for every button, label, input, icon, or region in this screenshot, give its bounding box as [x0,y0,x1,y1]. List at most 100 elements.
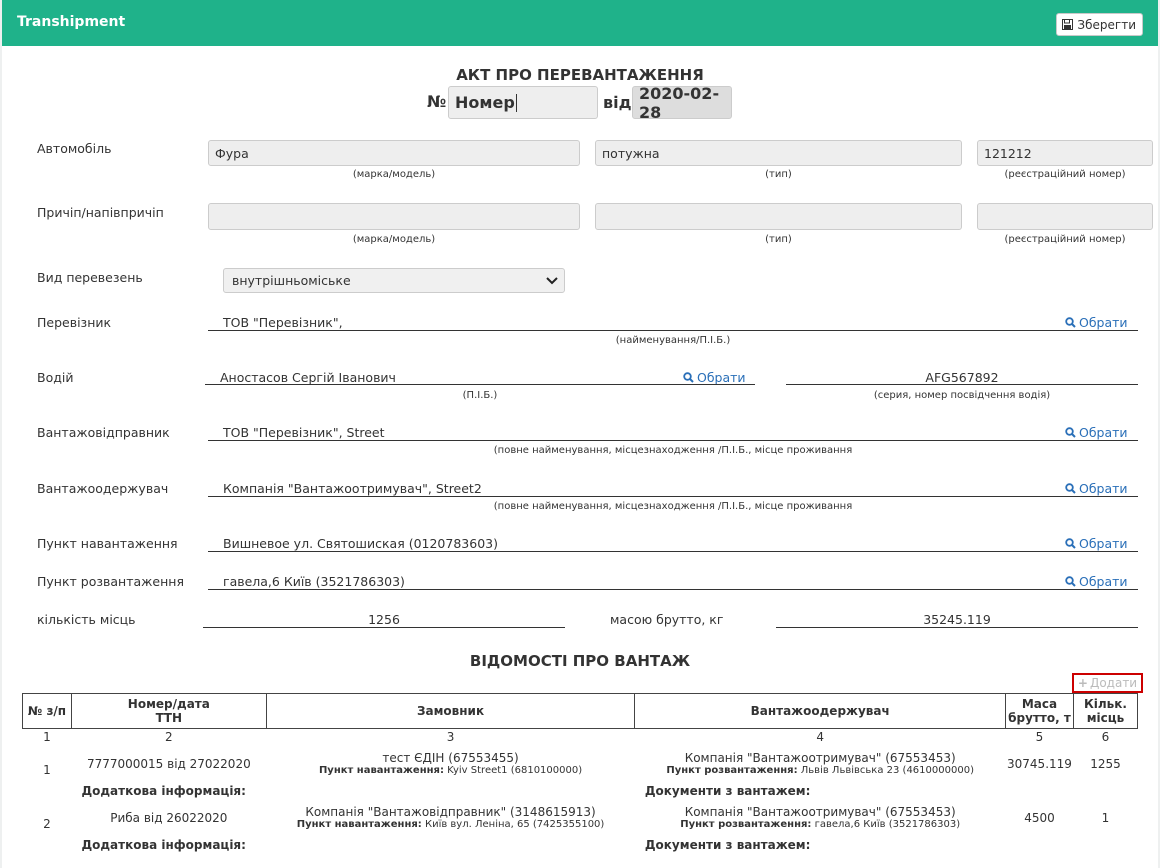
trailer-reg-hint: (реєстраційний номер) [1004,234,1126,245]
trailer-make-input[interactable] [208,203,580,230]
driver-license-hint: (серия, номер посвідчення водія) [873,390,1051,401]
carrier-hint: (найменування/П.І.Б.) [615,335,731,346]
trailer-label: Причіп/напівпричіп [37,205,164,220]
save-button[interactable]: Зберегти [1056,13,1143,36]
shipper-label: Вантажовідправник [37,425,170,440]
column-number: 3 [446,730,455,745]
unloading-point-pick-button[interactable]: Обрати [1065,574,1128,589]
transport-kind-value: внутрішньоміське [232,273,351,288]
consignee-label: Вантажоодержувач [37,481,169,496]
search-icon [1065,538,1076,549]
consignee-pick-button[interactable]: Обрати [1065,481,1128,496]
carrier-pick-button[interactable]: Обрати [1065,315,1128,330]
unloading-point-label: Пункт розвантаження [37,574,184,589]
search-icon [1065,483,1076,494]
vehicle-make-hint: (марка/модель) [352,169,436,180]
vehicle-make-input[interactable]: Фура [208,140,580,166]
table-header-row: № з/п Номер/дата ТТН Замовник Вантажоодер… [22,693,1139,729]
row-customer: тест ЄДІН (67553455) Пункт навантаження:… [318,751,583,776]
search-icon [1065,317,1076,328]
row-mass: 4500 [1024,810,1055,825]
row-extra-info: Додаткова інформація: Документи з вантаж… [23,836,1138,854]
unloading-point-underline [208,589,1138,590]
docs-label: Документи з вантажем: [644,837,811,852]
row-qty: 1 [1101,810,1110,825]
driver-label: Водій [37,370,74,385]
transport-kind-label: Вид перевезень [37,270,143,285]
floppy-disk-icon [1062,19,1074,30]
table-row[interactable]: 2 Риба від 26022020 Компанія "Вантажовід… [23,800,1138,836]
search-icon [1065,427,1076,438]
loading-point-pick-button[interactable]: Обрати [1065,536,1128,551]
row-no: 1 [43,762,51,777]
search-icon [683,372,694,383]
shipper-pick-button[interactable]: Обрати [1065,425,1128,440]
driver-license-underline [786,384,1138,385]
app-title: Transhipment [17,14,126,30]
driver-hint: (П.І.Б.) [462,390,498,401]
vehicle-type-hint: (тип) [765,169,792,180]
act-date-prefix: від [603,93,632,112]
column-number: 5 [1035,730,1044,745]
col-header-consignee: Вантажоодержувач [634,693,1006,729]
col-header-customer: Замовник [265,693,636,729]
shipper-hint: (повне найменування, місцезнаходження /П… [493,445,853,456]
row-customer: Компанія "Вантажовідправник" (3148615913… [296,805,605,830]
vehicle-label: Автомобіль [37,141,112,156]
app-header: Transhipment Зберегти [2,0,1158,46]
consignee-underline [208,496,1138,497]
text-caret [515,93,517,112]
driver-underline [205,384,755,385]
column-number: 4 [816,730,824,745]
driver-value: Аностасов Сергій Іванович [220,370,396,385]
shipper-underline [208,440,1138,441]
add-cargo-button[interactable]: + Додати [1072,673,1143,693]
driver-license-value: AFG567892 [925,370,999,385]
loading-point-value: Вишневое ул. Святошиская (0120783603) [223,536,498,551]
column-number: 1 [43,730,51,745]
table-row[interactable]: 1 7777000015 від 27022020 тест ЄДІН (675… [23,746,1138,782]
row-qty: 1255 [1090,756,1121,771]
gross-value: 35245.119 [923,612,991,627]
places-value: 1256 [368,612,400,627]
column-number: 6 [1101,730,1110,745]
vehicle-type-input[interactable]: потужна [595,140,962,166]
row-extra-info: Додаткова інформація: Документи з вантаж… [23,782,1138,800]
carrier-underline [208,330,1138,331]
shipper-value: ТОВ "Перевізник", Street [223,425,385,440]
column-number-row: 1 2 3 4 5 6 [23,729,1138,746]
consignee-hint: (повне найменування, місцезнаходження /П… [493,501,853,512]
vehicle-reg-input[interactable]: 121212 [977,140,1153,166]
carrier-value: ТОВ "Перевізник", [223,315,343,330]
cargo-section-title: ВІДОМОСТІ ПРО ВАНТАЖ [469,652,691,670]
column-number: 2 [165,730,173,745]
row-ttn: Риба від 26022020 [110,810,228,825]
places-label: кількість місць [37,612,136,627]
trailer-type-hint: (тип) [765,234,792,245]
unloading-point-value: гавела,6 Київ (3521786303) [223,574,405,589]
trailer-make-hint: (марка/модель) [352,234,436,245]
act-number-input[interactable]: Номер [448,86,598,119]
save-button-label: Зберегти [1077,17,1136,32]
docs-label: Документи з вантажем: [644,783,811,798]
gross-underline [776,627,1138,628]
driver-pick-button[interactable]: Обрати [683,370,746,385]
act-number-prefix: № [427,92,447,111]
transport-kind-select[interactable]: внутрішньоміське [223,268,565,293]
row-mass: 30745.119 [1007,756,1072,771]
carrier-label: Перевізник [37,315,112,330]
trailer-reg-input[interactable] [977,203,1153,230]
row-no: 2 [43,816,51,831]
col-header-ttn: Номер/дата ТТН [70,693,267,729]
row-consignee: Компанія "Вантажоотримувач" (67553453) П… [666,751,974,776]
consignee-value: Компанія "Вантажоотримувач", Street2 [223,481,482,496]
places-underline [203,627,565,628]
act-title: АКТ ПРО ПЕРЕВАНТАЖЕННЯ [456,66,704,84]
act-date-input[interactable]: 2020-02-28 [632,84,732,122]
cargo-table: № з/п Номер/дата ТТН Замовник Вантажоодер… [22,693,1139,854]
row-consignee: Компанія "Вантажоотримувач" (67553453) П… [680,805,961,830]
loading-point-label: Пункт навантаження [37,536,178,551]
loading-point-underline [208,551,1138,552]
chevron-down-icon [546,276,558,284]
trailer-type-input[interactable] [595,203,962,230]
